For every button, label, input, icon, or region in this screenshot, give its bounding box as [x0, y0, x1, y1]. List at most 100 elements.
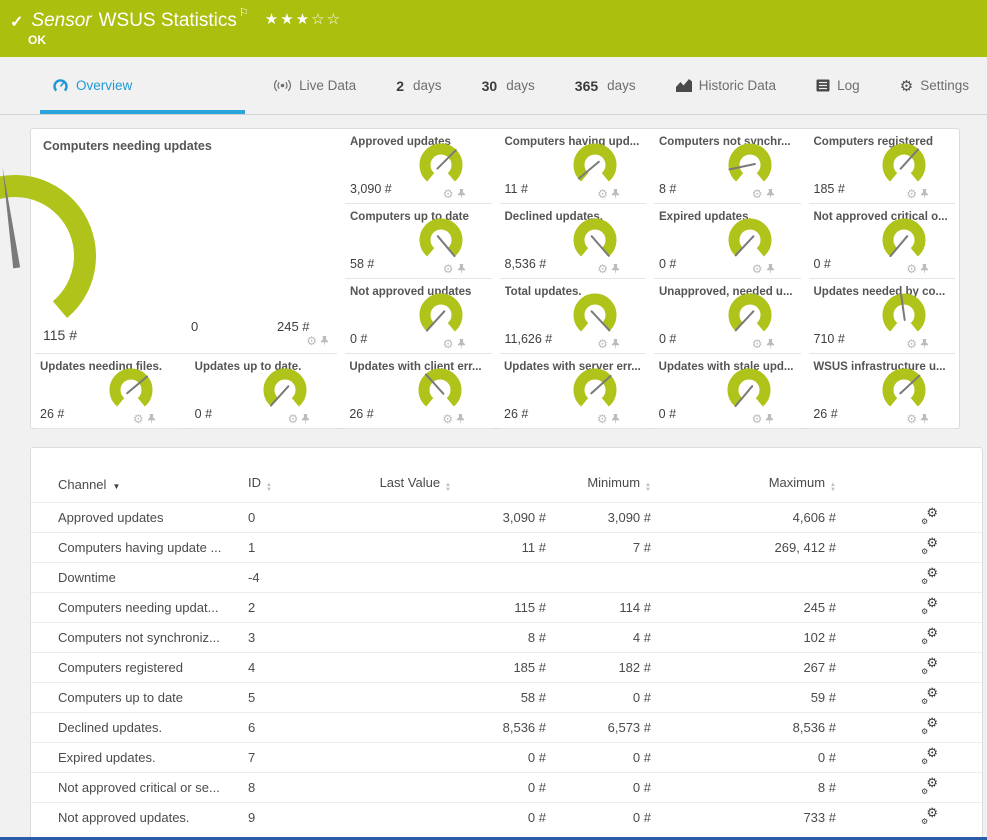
channel-settings-icon[interactable]: ⚙⚙: [921, 808, 938, 824]
table-row[interactable]: Computers needing updat...2115 #114 #245…: [31, 592, 982, 622]
gear-icon[interactable]: ⚙: [443, 338, 454, 350]
pin-icon[interactable]: [147, 414, 156, 425]
priority-stars[interactable]: ★★★☆☆: [265, 10, 342, 28]
gear-icon[interactable]: ⚙: [443, 188, 454, 200]
column-header-last-value[interactable]: Last Value▲▼: [336, 475, 546, 493]
pin-icon[interactable]: [611, 189, 620, 200]
gear-icon[interactable]: ⚙: [597, 413, 608, 425]
pin-icon[interactable]: [457, 264, 466, 275]
gauge-card[interactable]: Computers up to date58 #⚙: [345, 204, 492, 279]
tab-overview[interactable]: Overview: [40, 57, 245, 114]
column-header-minimum[interactable]: Minimum▲▼: [546, 475, 651, 493]
channel-settings-icon[interactable]: ⚙⚙: [921, 748, 938, 764]
pin-icon[interactable]: [920, 264, 929, 275]
pin-icon[interactable]: [766, 339, 775, 350]
pin-icon[interactable]: [766, 189, 775, 200]
column-header-id[interactable]: ID▲▼: [248, 475, 336, 493]
gauge-card[interactable]: Updates up to date.0 #⚙: [190, 354, 337, 429]
channel-settings-icon[interactable]: ⚙⚙: [921, 568, 938, 584]
table-row[interactable]: Approved updates03,090 #3,090 #4,606 #⚙⚙: [31, 502, 982, 532]
gauge-card[interactable]: Unapproved, needed u...0 #⚙: [654, 279, 801, 354]
tab-2-days[interactable]: 2days: [384, 57, 453, 114]
gear-icon[interactable]: ⚙: [288, 413, 299, 425]
tab-30-days[interactable]: 30days: [470, 57, 547, 114]
gear-icon[interactable]: ⚙: [752, 263, 763, 275]
gauge-card[interactable]: Updates with client err...26 #⚙: [344, 354, 491, 429]
gear-icon[interactable]: ⚙: [752, 413, 763, 425]
gear-icon[interactable]: ⚙: [752, 338, 763, 350]
tab-log[interactable]: Log: [804, 57, 872, 114]
pin-icon[interactable]: [457, 189, 466, 200]
pin-icon[interactable]: [766, 264, 775, 275]
tab-settings[interactable]: ⚙ Settings: [888, 57, 981, 114]
gauge-card[interactable]: Total updates.11,626 #⚙: [500, 279, 647, 354]
pin-icon[interactable]: [920, 339, 929, 350]
pin-icon[interactable]: [611, 339, 620, 350]
pin-icon[interactable]: [457, 339, 466, 350]
gear-icon[interactable]: ⚙: [752, 188, 763, 200]
gauge-card[interactable]: Updates needed by co...710 #⚙: [809, 279, 956, 354]
channel-settings-icon[interactable]: ⚙⚙: [921, 658, 938, 674]
channel-settings-icon[interactable]: ⚙⚙: [921, 778, 938, 794]
gear-icon[interactable]: ⚙: [443, 263, 454, 275]
tab-live-data[interactable]: Live Data: [261, 57, 368, 114]
channel-settings-icon[interactable]: ⚙⚙: [921, 598, 938, 614]
pin-icon[interactable]: [320, 336, 329, 347]
gauge-card[interactable]: Approved updates3,090 #⚙: [345, 129, 492, 204]
gauge-card[interactable]: Declined updates.8,536 #⚙: [500, 204, 647, 279]
gauge-card[interactable]: Expired updates.0 #⚙: [654, 204, 801, 279]
gauge-card[interactable]: Computers registered185 #⚙: [809, 129, 956, 204]
table-row[interactable]: Downtime-4⚙⚙: [31, 562, 982, 592]
pin-icon[interactable]: [301, 414, 310, 425]
table-row[interactable]: Computers registered4185 #182 #267 #⚙⚙: [31, 652, 982, 682]
pin-icon[interactable]: [920, 189, 929, 200]
gear-icon[interactable]: ⚙: [906, 338, 917, 350]
table-row[interactable]: Not approved critical or se...80 #0 #8 #…: [31, 772, 982, 802]
maximum-cell: 269, 412 #: [651, 540, 836, 555]
gauge-card[interactable]: Computers having upd...11 #⚙: [500, 129, 647, 204]
gear-icon[interactable]: ⚙: [906, 263, 917, 275]
table-row[interactable]: Computers up to date558 #0 #59 #⚙⚙: [31, 682, 982, 712]
table-row[interactable]: Declined updates.68,536 #6,573 #8,536 #⚙…: [31, 712, 982, 742]
gauge-card[interactable]: Updates needing files.26 #⚙: [35, 354, 182, 429]
table-row[interactable]: Computers not synchroniz...38 #4 #102 #⚙…: [31, 622, 982, 652]
channel-settings-icon[interactable]: ⚙⚙: [921, 628, 938, 644]
gauge-value: 26 #: [813, 407, 837, 421]
gauge-title: Computers needing updates: [43, 139, 212, 153]
table-row[interactable]: Expired updates.70 #0 #0 #⚙⚙: [31, 742, 982, 772]
channel-settings-icon[interactable]: ⚙⚙: [921, 718, 938, 734]
gear-icon[interactable]: ⚙: [306, 335, 317, 347]
gear-icon[interactable]: ⚙: [906, 413, 917, 425]
channel-cell: Computers not synchroniz...: [58, 630, 248, 645]
gauge-chart: [723, 291, 777, 341]
tab-365-days[interactable]: 365days: [563, 57, 648, 114]
gear-icon[interactable]: ⚙: [597, 338, 608, 350]
gauge-card[interactable]: Not approved updates0 #⚙: [345, 279, 492, 354]
channel-settings-icon[interactable]: ⚙⚙: [921, 688, 938, 704]
gauge-card[interactable]: Updates with stale upd...0 #⚙: [654, 354, 801, 429]
gear-icon[interactable]: ⚙: [133, 413, 144, 425]
gear-icon[interactable]: ⚙: [597, 188, 608, 200]
gauge-card[interactable]: WSUS infrastructure u...26 #⚙: [808, 354, 955, 429]
column-header-channel[interactable]: Channel▼: [58, 477, 248, 492]
channel-settings-icon[interactable]: ⚙⚙: [921, 508, 938, 524]
pin-icon[interactable]: [920, 414, 929, 425]
pin-icon[interactable]: [456, 414, 465, 425]
table-row[interactable]: Computers having update ...111 #7 #269, …: [31, 532, 982, 562]
pin-icon[interactable]: [611, 414, 620, 425]
column-header-maximum[interactable]: Maximum▲▼: [651, 475, 836, 493]
gauge-card[interactable]: Computers not synchr...8 #⚙: [654, 129, 801, 204]
gauge-card[interactable]: Not approved critical o...0 #⚙: [809, 204, 956, 279]
main-gauge-card[interactable]: Computers needing updates 0 245 # 115 # …: [31, 129, 341, 354]
gear-icon[interactable]: ⚙: [906, 188, 917, 200]
tab-historic-data[interactable]: Historic Data: [664, 57, 788, 114]
channel-settings-icon[interactable]: ⚙⚙: [921, 538, 938, 554]
flag-icon[interactable]: ⚐: [239, 7, 249, 19]
gear-icon[interactable]: ⚙: [442, 413, 453, 425]
gauge-card[interactable]: Updates with server err...26 #⚙: [499, 354, 646, 429]
gear-icon[interactable]: ⚙: [597, 263, 608, 275]
pin-icon[interactable]: [765, 414, 774, 425]
last-value-cell: 115 #: [336, 600, 546, 615]
table-row[interactable]: Not approved updates.90 #0 #733 #⚙⚙: [31, 802, 982, 832]
pin-icon[interactable]: [611, 264, 620, 275]
